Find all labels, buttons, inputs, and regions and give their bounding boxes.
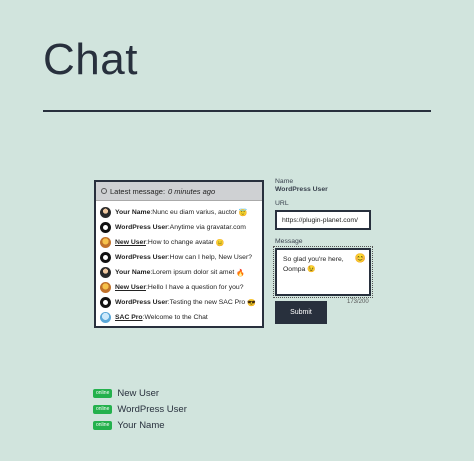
user-online-item: online New User	[93, 385, 187, 401]
name-value: WordPress User	[275, 186, 328, 193]
message-text: Nunc eu diam varius, auctor	[152, 209, 237, 216]
message-text: Welcome to the Chat	[144, 314, 208, 321]
name-label: Name	[275, 178, 294, 185]
submit-button[interactable]: Submit	[275, 301, 327, 324]
message-text: How to change avatar	[147, 239, 214, 246]
avatar	[100, 267, 111, 278]
chat-form: Name WordPress User URL Message So glad …	[273, 178, 375, 324]
message-item: New User : Hello I have a question for y…	[100, 280, 262, 295]
avatar	[100, 297, 111, 308]
message-author-link[interactable]: SAC Pro	[115, 314, 143, 321]
user-name: Your Name	[117, 419, 165, 431]
message-author: Your Name	[115, 269, 151, 276]
message-item: WordPress User : How can I help, New Use…	[100, 250, 262, 265]
message-item: New User : How to change avatar 😑	[100, 235, 262, 250]
message-label: Message	[275, 238, 303, 245]
avatar	[100, 252, 111, 263]
message-text: How can I help, New User?	[169, 254, 253, 261]
url-input[interactable]	[275, 210, 371, 230]
message-textarea-text: So glad you're here, Oompa 😉	[283, 256, 344, 273]
message-text: Testing the new SAC Pro	[169, 299, 246, 306]
user-online-item: online WordPress User	[93, 401, 187, 417]
message-emoji: 😑	[215, 239, 225, 247]
message-text: Anytime via gravatar.com	[169, 224, 246, 231]
message-item: SAC Pro : Welcome to the Chat	[100, 310, 262, 325]
user-name: New User	[117, 387, 160, 399]
message-emoji: 😇	[238, 209, 248, 217]
emoji-picker-icon[interactable]: 😊	[355, 253, 366, 263]
message-emoji: 🔥	[236, 269, 245, 277]
online-badge: online	[93, 404, 113, 414]
message-author: WordPress User	[115, 299, 168, 306]
user-name: WordPress User	[117, 403, 187, 415]
user-online-item: online Your Name	[93, 417, 187, 433]
chat-header: Latest message: 0 minutes ago	[96, 182, 262, 201]
users-online-list: online New User online WordPress User on…	[93, 385, 187, 433]
latest-message-time: 0 minutes ago	[168, 186, 216, 196]
online-badge: online	[93, 420, 113, 430]
message-item: WordPress User : Anytime via gravatar.co…	[100, 220, 262, 235]
message-text: Hello I have a question for you?	[147, 284, 244, 291]
avatar	[100, 312, 111, 323]
avatar	[100, 282, 111, 293]
online-badge: online	[93, 388, 113, 398]
character-counter: 173/200	[347, 299, 369, 305]
message-author: WordPress User	[115, 224, 168, 231]
chat-box: Latest message: 0 minutes ago Your Name …	[94, 180, 264, 328]
avatar	[100, 207, 111, 218]
avatar	[100, 222, 111, 233]
message-author-link[interactable]: New User	[115, 284, 146, 291]
url-label: URL	[275, 200, 289, 207]
message-emoji: 😎	[247, 299, 256, 307]
avatar	[100, 237, 111, 248]
message-author: WordPress User	[115, 254, 168, 261]
message-text: Lorem ipsum dolor sit amet	[152, 269, 235, 276]
message-author-link[interactable]: New User	[115, 239, 146, 246]
page-title: Chat	[43, 35, 138, 84]
message-item: Your Name : Lorem ipsum dolor sit amet 🔥	[100, 265, 262, 280]
message-item: Your Name : Nunc eu diam varius, auctor …	[100, 205, 262, 220]
title-divider	[43, 110, 431, 112]
message-author: Your Name	[115, 209, 151, 216]
message-item: WordPress User : Testing the new SAC Pro…	[100, 295, 262, 310]
latest-message-label: Latest message:	[110, 186, 166, 196]
message-textarea[interactable]: So glad you're here, Oompa 😉 😊	[273, 246, 373, 298]
message-list[interactable]: Your Name : Nunc eu diam varius, auctor …	[96, 201, 262, 325]
clock-icon	[101, 188, 107, 194]
